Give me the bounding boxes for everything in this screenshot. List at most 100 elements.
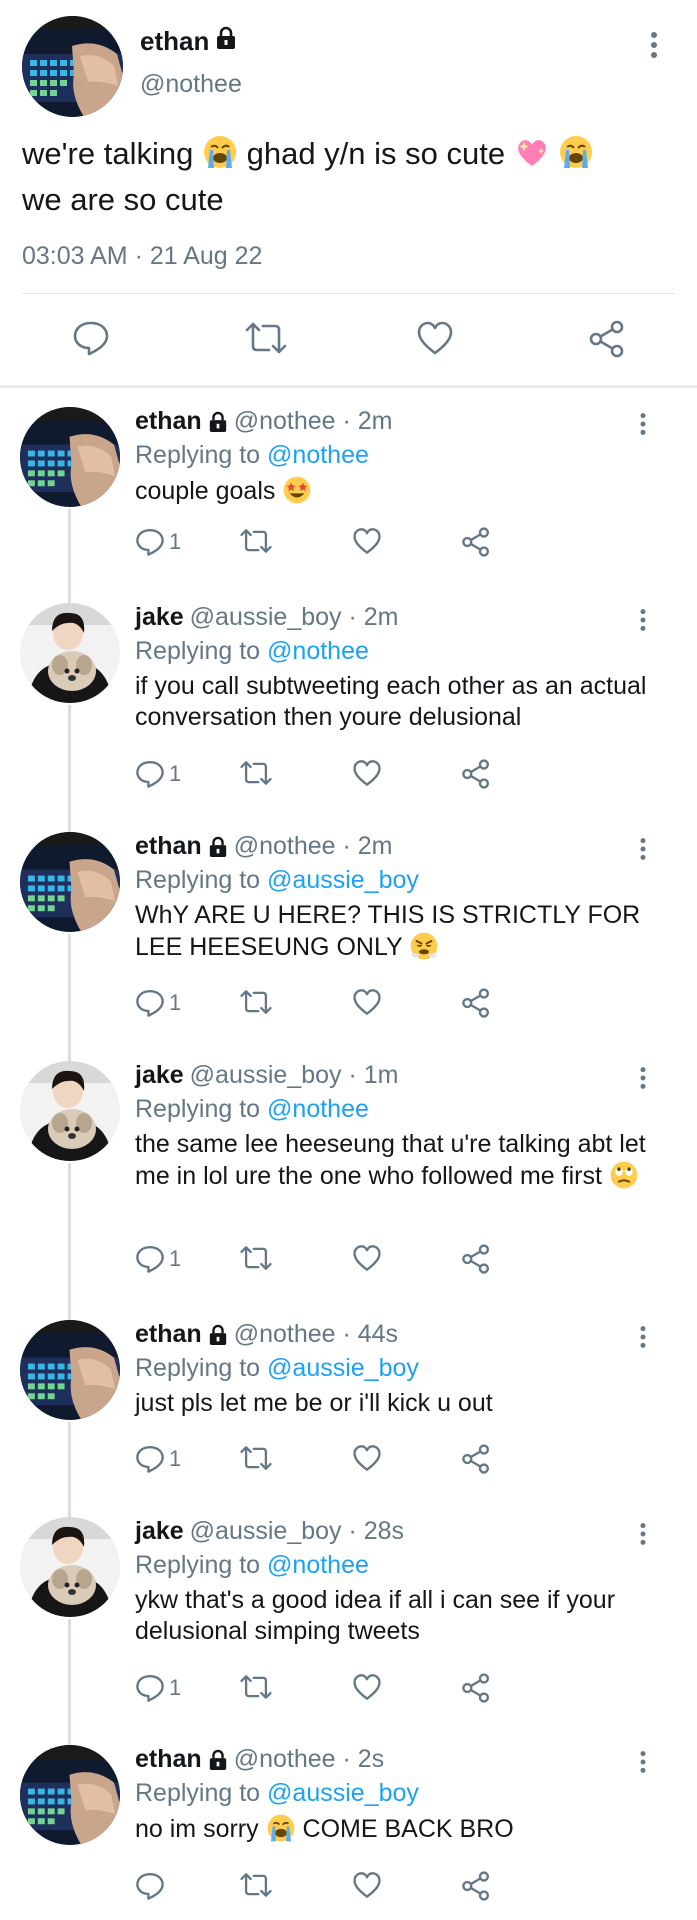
text-segment: ghad y/n is so cute: [246, 136, 506, 171]
share-icon[interactable]: [461, 1871, 491, 1901]
retweet-icon[interactable]: [240, 1871, 272, 1899]
share-icon[interactable]: [461, 527, 491, 557]
display-name[interactable]: ethan: [135, 1320, 202, 1349]
like-icon[interactable]: [352, 1244, 382, 1272]
share-icon[interactable]: [461, 759, 491, 789]
handle-and-time[interactable]: @aussie_boy · 1m: [190, 1061, 399, 1090]
reply-tweet[interactable]: ethan @nothee · 44s Replying to @aussie_bo…: [0, 1310, 697, 1519]
display-name[interactable]: ethan: [140, 26, 237, 57]
retweet-icon[interactable]: [240, 988, 272, 1016]
like-icon[interactable]: [416, 320, 454, 361]
reply-tweet[interactable]: ethan @nothee · 2m Replying to @aussie_boy…: [0, 822, 697, 1063]
handle-and-time[interactable]: @nothee · 2m: [234, 832, 393, 861]
reply-icon[interactable]: 1: [135, 1673, 181, 1703]
retweet-icon[interactable]: [240, 1444, 272, 1472]
share-icon[interactable]: [461, 1673, 491, 1703]
mention-link[interactable]: @nothee: [267, 637, 369, 665]
avatar[interactable]: [20, 407, 120, 507]
handle[interactable]: @nothee: [140, 70, 242, 99]
reply-header: jake @aussie_boy · 2m: [135, 603, 398, 632]
retweet-icon[interactable]: [240, 759, 272, 787]
retweet-icon[interactable]: [240, 527, 272, 555]
reply-icon[interactable]: [72, 320, 110, 361]
avatar[interactable]: [20, 1745, 120, 1845]
reply-actions: 1: [135, 1673, 655, 1713]
share-icon[interactable]: [588, 320, 626, 363]
more-icon[interactable]: [638, 1065, 648, 1096]
reply-icon[interactable]: 1: [135, 527, 181, 557]
mention-link[interactable]: @nothee: [267, 441, 369, 469]
reply-tweet[interactable]: jake @aussie_boy · 28s Replying to @nothee…: [0, 1507, 697, 1747]
display-name[interactable]: ethan: [135, 1745, 202, 1774]
replying-label: Replying to: [135, 1551, 268, 1579]
more-icon[interactable]: [638, 1749, 648, 1780]
thread-line: [68, 509, 71, 605]
text-segment: couple goals: [135, 477, 283, 505]
handle-and-time[interactable]: @nothee · 2s: [234, 1745, 384, 1774]
more-icon[interactable]: [638, 607, 648, 638]
star-struck-emoji-icon: [282, 475, 312, 513]
mention-link[interactable]: @nothee: [267, 1095, 369, 1123]
crying-face-emoji-icon: [558, 134, 594, 180]
reply-actions: [135, 1871, 655, 1911]
avatar[interactable]: [20, 603, 120, 703]
reply-tweet[interactable]: jake @aussie_boy · 2m Replying to @nothee i…: [0, 593, 697, 834]
handle-and-time[interactable]: @nothee · 2m: [234, 407, 393, 436]
display-name[interactable]: ethan: [135, 407, 202, 436]
tweet-actions: [0, 312, 697, 368]
display-name[interactable]: jake: [135, 603, 184, 632]
display-name[interactable]: ethan: [135, 832, 202, 861]
timestamp[interactable]: 03:03 AM · 21 Aug 22: [22, 242, 262, 271]
reply-text: ykw that's a good idea if all i can see …: [135, 1585, 675, 1647]
mention-link[interactable]: @nothee: [267, 1551, 369, 1579]
more-icon[interactable]: [638, 1521, 648, 1552]
avatar[interactable]: [20, 1061, 120, 1161]
more-icon[interactable]: [638, 1324, 648, 1355]
more-icon[interactable]: [638, 411, 648, 442]
retweet-icon[interactable]: [240, 1244, 272, 1272]
crying-face-emoji-icon: [266, 1813, 296, 1851]
retweet-icon[interactable]: [245, 320, 287, 361]
text-segment: the same lee heeseung that u're talking …: [135, 1130, 646, 1190]
like-icon[interactable]: [352, 527, 382, 555]
handle-and-time[interactable]: @nothee · 44s: [234, 1320, 398, 1349]
mention-link[interactable]: @aussie_boy: [267, 1354, 419, 1382]
retweet-icon[interactable]: [240, 1673, 272, 1701]
reply-count: 1: [169, 761, 182, 786]
handle-and-time[interactable]: @aussie_boy · 28s: [190, 1517, 404, 1546]
lock-icon: [215, 26, 237, 57]
mention-link[interactable]: @aussie_boy: [267, 866, 419, 894]
like-icon[interactable]: [352, 759, 382, 787]
reply-icon[interactable]: [135, 1871, 169, 1901]
reply-tweet[interactable]: jake @aussie_boy · 1m Replying to @nothee t…: [0, 1051, 697, 1322]
like-icon[interactable]: [352, 988, 382, 1016]
mention-link[interactable]: @aussie_boy: [267, 1779, 419, 1807]
lock-icon: [208, 1749, 228, 1771]
tweet-text: we're talking ghad y/n is so cute we are…: [22, 134, 672, 220]
like-icon[interactable]: [352, 1673, 382, 1701]
reply-icon[interactable]: 1: [135, 988, 181, 1018]
display-name[interactable]: jake: [135, 1061, 184, 1090]
share-icon[interactable]: [461, 1444, 491, 1474]
reply-tweet[interactable]: ethan @nothee · 2m Replying to @nothee coup…: [0, 397, 697, 605]
text-segment: no im sorry: [135, 1815, 266, 1843]
avatar[interactable]: [20, 832, 120, 932]
reply-icon[interactable]: 1: [135, 759, 181, 789]
text-segment: just pls let me be or i'll kick u out: [135, 1389, 493, 1417]
reply-icon[interactable]: 1: [135, 1244, 181, 1274]
avatar[interactable]: [22, 16, 123, 117]
avatar[interactable]: [20, 1517, 120, 1617]
like-icon[interactable]: [352, 1871, 382, 1899]
like-icon[interactable]: [352, 1444, 382, 1472]
display-name[interactable]: jake: [135, 1517, 184, 1546]
share-icon[interactable]: [461, 988, 491, 1018]
share-icon[interactable]: [461, 1244, 491, 1274]
avatar[interactable]: [20, 1320, 120, 1420]
more-icon[interactable]: [638, 836, 648, 867]
more-icon[interactable]: [648, 30, 660, 65]
reply-count: 1: [169, 1446, 182, 1471]
thread-line: [68, 1163, 71, 1322]
handle-and-time[interactable]: @aussie_boy · 2m: [190, 603, 399, 632]
reply-tweet[interactable]: ethan @nothee · 2s Replying to @aussie_boy…: [0, 1735, 697, 1920]
reply-icon[interactable]: 1: [135, 1444, 181, 1474]
